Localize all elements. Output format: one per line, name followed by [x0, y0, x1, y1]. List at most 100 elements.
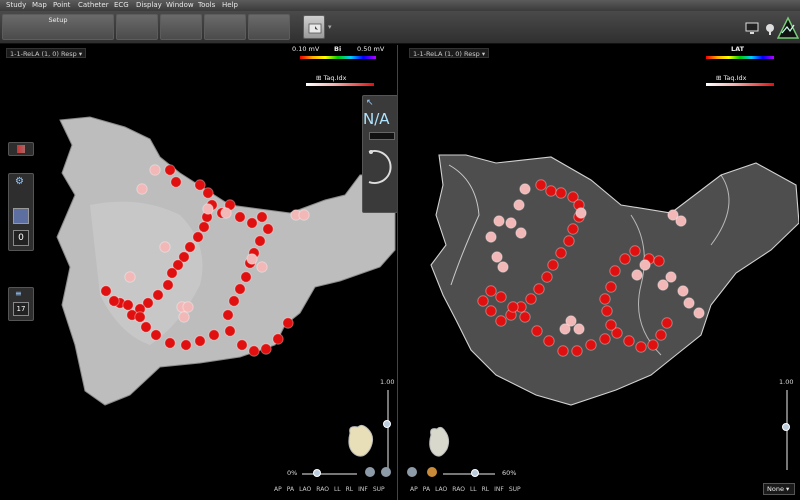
tool-panel-bottom[interactable]: ≡ 17 — [8, 287, 34, 321]
left-opacity-knob[interactable] — [313, 469, 321, 477]
ablation-tag[interactable] — [477, 295, 489, 307]
ablation-tag[interactable] — [124, 271, 136, 283]
dropdown-arrow-icon[interactable]: ▾ — [328, 23, 332, 31]
ablation-tag[interactable] — [202, 203, 214, 215]
ablation-tag[interactable] — [192, 231, 204, 243]
ablation-tag[interactable] — [254, 235, 266, 247]
ablation-tag[interactable] — [585, 339, 597, 351]
orient-inf-right[interactable]: INF — [494, 485, 504, 495]
menu-window[interactable]: Window — [166, 0, 194, 11]
ablation-tag[interactable] — [575, 207, 587, 219]
ablation-tag[interactable] — [491, 251, 503, 263]
right-vertical-knob[interactable] — [782, 423, 790, 431]
orient-sup-right[interactable]: SUP — [509, 485, 521, 495]
orient-lao-left[interactable]: LAO — [299, 485, 311, 495]
ablation-tag[interactable] — [661, 317, 673, 329]
orient-rao-right[interactable]: RAO — [452, 485, 465, 495]
ablation-tag[interactable] — [202, 187, 214, 199]
toolbar-button-4[interactable] — [204, 14, 246, 40]
ablation-tag[interactable] — [693, 307, 705, 319]
orient-pa-left[interactable]: PA — [287, 485, 294, 495]
ablation-tag[interactable] — [122, 299, 134, 311]
right-opacity-slider[interactable] — [443, 473, 495, 475]
ablation-tag[interactable] — [260, 343, 272, 355]
ablation-tag[interactable] — [623, 335, 635, 347]
ablation-tag[interactable] — [100, 285, 112, 297]
orient-lao-right[interactable]: LAO — [435, 485, 447, 495]
ablation-tag[interactable] — [485, 285, 497, 297]
ablation-tag[interactable] — [555, 247, 567, 259]
ablation-tag[interactable] — [240, 271, 252, 283]
ablation-tag[interactable] — [159, 241, 171, 253]
ablation-tag[interactable] — [194, 179, 206, 191]
right-anatomy-canvas[interactable] — [401, 45, 799, 500]
toolbar-button-2[interactable] — [116, 14, 158, 40]
ablation-tag[interactable] — [571, 345, 583, 357]
ablation-tag[interactable] — [541, 271, 553, 283]
orient-pa-right[interactable]: PA — [423, 485, 430, 495]
ablation-tag[interactable] — [495, 315, 507, 327]
ablation-tag[interactable] — [609, 265, 621, 277]
menu-map[interactable]: Map — [32, 0, 47, 11]
ablation-tag[interactable] — [166, 267, 178, 279]
ablation-tag[interactable] — [497, 261, 509, 273]
ablation-tag[interactable] — [493, 215, 505, 227]
ablation-tag[interactable] — [222, 309, 234, 321]
ablation-tag[interactable] — [262, 223, 274, 235]
ablation-tag[interactable] — [535, 179, 547, 191]
satellite-icon[interactable] — [764, 22, 776, 36]
ablation-tag[interactable] — [533, 283, 545, 295]
ablation-tag[interactable] — [601, 305, 613, 317]
ablation-tag[interactable] — [505, 217, 517, 229]
left-anatomy-canvas[interactable] — [0, 45, 398, 500]
ablation-tag[interactable] — [599, 293, 611, 305]
ablation-tag[interactable] — [639, 259, 651, 271]
orient-sup-left[interactable]: SUP — [373, 485, 385, 495]
ablation-tag[interactable] — [164, 337, 176, 349]
ablation-tag[interactable] — [236, 339, 248, 351]
ablation-tag[interactable] — [495, 291, 507, 303]
monitor-icon[interactable] — [745, 22, 761, 36]
ablation-tag[interactable] — [507, 301, 519, 313]
ablation-tag[interactable] — [180, 339, 192, 351]
ablation-tag[interactable] — [519, 311, 531, 323]
menu-study[interactable]: Study — [6, 0, 26, 11]
ablation-tag[interactable] — [525, 293, 537, 305]
ablation-tag[interactable] — [563, 235, 575, 247]
ablation-tag[interactable] — [653, 255, 665, 267]
ablation-tag[interactable] — [298, 209, 310, 221]
ablation-tag[interactable] — [655, 329, 667, 341]
ablation-tag[interactable] — [557, 345, 569, 357]
ablation-tag[interactable] — [635, 341, 647, 353]
toolbar-button-3[interactable] — [160, 14, 202, 40]
menu-help[interactable]: Help — [222, 0, 238, 11]
right-view-buttons-icon[interactable] — [407, 466, 447, 478]
ablation-tag[interactable] — [152, 289, 164, 301]
menu-ecg[interactable]: ECG — [114, 0, 129, 11]
ablation-tag[interactable] — [224, 325, 236, 337]
ablation-tag[interactable] — [170, 176, 182, 188]
ablation-tag[interactable] — [234, 211, 246, 223]
tool-panel-top[interactable] — [8, 142, 34, 156]
right-map-view[interactable]: 1-1-ReLA (1, 0) Resp ▾ LAT ⊞ Taq.Idx 1.0… — [401, 45, 799, 500]
ablation-tag[interactable] — [555, 187, 567, 199]
toolbar-button-5[interactable] — [248, 14, 290, 40]
orient-ll-left[interactable]: LL — [334, 485, 341, 495]
orient-inf-left[interactable]: INF — [358, 485, 368, 495]
ablation-tag[interactable] — [665, 271, 677, 283]
menu-catheter[interactable]: Catheter — [78, 0, 109, 11]
ablation-tag[interactable] — [194, 335, 206, 347]
left-map-view[interactable]: 1-1-ReLA (1, 0) Resp ▾ 0.10 mV Bi 0.50 m… — [0, 45, 398, 500]
ablation-tag[interactable] — [547, 259, 559, 271]
ablation-tag[interactable] — [559, 323, 571, 335]
orient-rl-right[interactable]: RL — [482, 485, 490, 495]
ablation-tag[interactable] — [184, 241, 196, 253]
na-orientation-panel[interactable]: ↖ N/A — [362, 95, 397, 213]
ablation-tag[interactable] — [647, 339, 659, 351]
ablation-tag[interactable] — [208, 329, 220, 341]
setup-button[interactable]: Setup — [2, 14, 114, 40]
ablation-tag[interactable] — [531, 325, 543, 337]
orient-rl-left[interactable]: RL — [346, 485, 354, 495]
ablation-tag[interactable] — [605, 281, 617, 293]
ablation-tag[interactable] — [149, 164, 161, 176]
